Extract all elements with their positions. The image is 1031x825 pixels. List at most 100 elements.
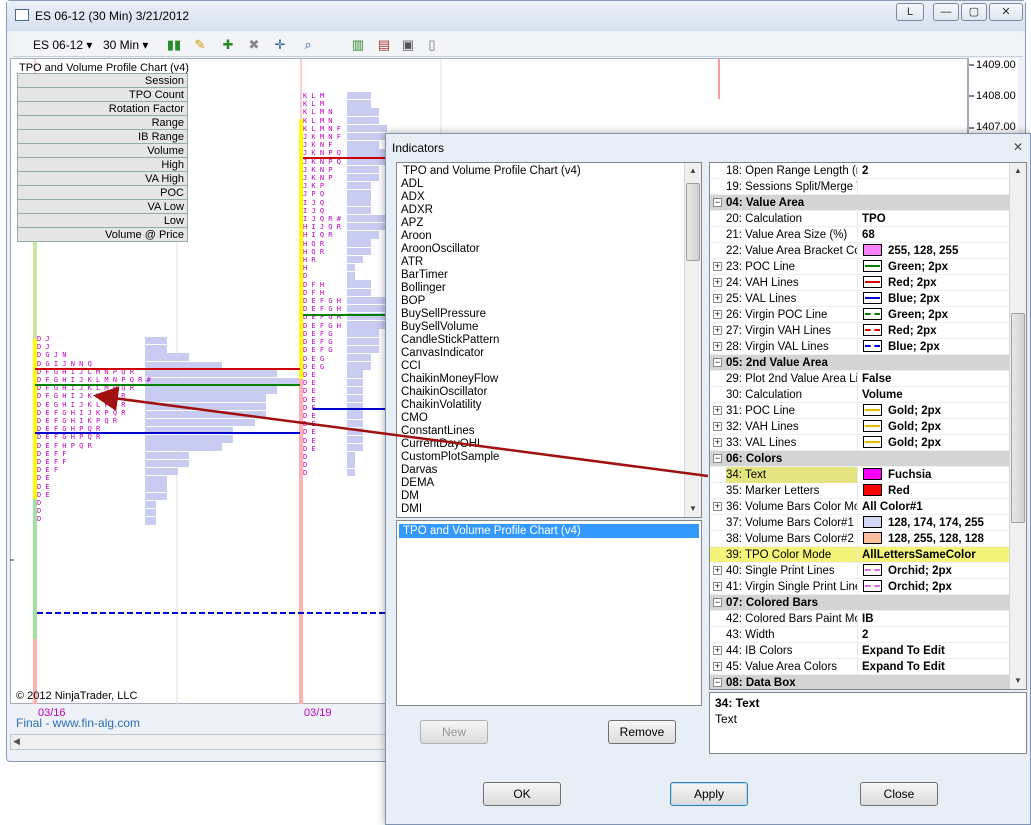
indicator-list-item[interactable]: ATR bbox=[401, 256, 423, 269]
property-row[interactable]: +25: VAL Lines Blue; 2px bbox=[710, 291, 1010, 307]
property-row[interactable]: +26: Virgin POC Line Green; 2px bbox=[710, 307, 1010, 323]
apply-button[interactable]: Apply bbox=[670, 782, 748, 806]
indicator-list-item[interactable]: Bollinger bbox=[401, 282, 446, 295]
indicator-list-item[interactable]: CandleStickPattern bbox=[401, 334, 499, 347]
indicator-list-item[interactable]: CustomPlotSample bbox=[401, 451, 499, 464]
indicator-list-item[interactable]: ChaikinOscillator bbox=[401, 386, 487, 399]
property-value[interactable]: TPO bbox=[862, 211, 1010, 227]
expand-icon[interactable]: + bbox=[713, 502, 722, 511]
property-value[interactable]: Expand To Edit bbox=[862, 659, 1010, 675]
ok-button[interactable]: OK bbox=[483, 782, 561, 806]
new-button[interactable]: New bbox=[420, 720, 488, 744]
property-row[interactable]: +45: Value Area Colors Expand To Edit bbox=[710, 659, 1010, 675]
expand-icon[interactable]: + bbox=[713, 262, 722, 271]
property-row[interactable]: 37: Volume Bars Color#1 128, 174, 174, 25… bbox=[710, 515, 1010, 531]
indicator-list-item[interactable]: DMI bbox=[401, 503, 422, 516]
applied-indicator-item[interactable]: TPO and Volume Profile Chart (v4) bbox=[399, 524, 699, 538]
collapse-icon[interactable]: − bbox=[713, 678, 722, 687]
property-value[interactable]: All Color#1 bbox=[862, 499, 1010, 515]
property-value[interactable]: Orchid; 2px bbox=[862, 579, 1010, 595]
expand-icon[interactable]: + bbox=[713, 662, 722, 671]
property-value[interactable]: Red bbox=[862, 483, 1010, 499]
property-category[interactable]: −06: Colors bbox=[710, 451, 1010, 467]
property-value[interactable]: Orchid; 2px bbox=[862, 563, 1010, 579]
collapse-icon[interactable]: − bbox=[713, 198, 722, 207]
property-value[interactable]: 255, 128, 255 bbox=[862, 243, 1010, 259]
indicator-list-item[interactable]: BOP bbox=[401, 295, 425, 308]
indicator-list-item[interactable]: CanvasIndicator bbox=[401, 347, 484, 360]
expand-icon[interactable]: + bbox=[713, 406, 722, 415]
property-grid-scrollbar[interactable]: ▲ ▼ bbox=[1009, 163, 1026, 689]
indicator-list-item[interactable]: APZ bbox=[401, 217, 423, 230]
indicator-list-item[interactable]: DEMA bbox=[401, 477, 434, 490]
collapse-icon[interactable]: − bbox=[713, 454, 722, 463]
property-value[interactable]: False bbox=[862, 371, 1010, 387]
property-value[interactable]: Gold; 2px bbox=[862, 403, 1010, 419]
close-icon[interactable]: ✕ bbox=[1010, 140, 1026, 154]
expand-icon[interactable]: + bbox=[713, 342, 722, 351]
collapse-icon[interactable]: − bbox=[713, 598, 722, 607]
expand-icon[interactable]: + bbox=[713, 582, 722, 591]
property-row[interactable]: +40: Single Print Lines Orchid; 2px bbox=[710, 563, 1010, 579]
scroll-down-icon[interactable]: ▼ bbox=[685, 501, 701, 517]
property-value[interactable]: Volume bbox=[862, 387, 1010, 403]
property-value[interactable]: 128, 255, 128, 128 bbox=[862, 531, 1010, 547]
indicator-list-item[interactable]: ADXR bbox=[401, 204, 433, 217]
property-value[interactable]: Blue; 2px bbox=[862, 339, 1010, 355]
property-row[interactable]: +31: POC Line Gold; 2px bbox=[710, 403, 1010, 419]
indicator-list-item[interactable]: CMO bbox=[401, 412, 428, 425]
property-row[interactable]: 34: Text Fuchsia bbox=[710, 467, 1010, 483]
property-value[interactable]: 2 bbox=[862, 627, 1010, 643]
property-value[interactable]: Expand To Edit bbox=[862, 643, 1010, 659]
indicator-list-scrollbar[interactable]: ▲ ▼ bbox=[684, 163, 701, 517]
property-category[interactable]: −07: Colored Bars bbox=[710, 595, 1010, 611]
expand-icon[interactable]: + bbox=[713, 438, 722, 447]
close-button[interactable]: Close bbox=[860, 782, 938, 806]
property-value[interactable]: Gold; 2px bbox=[862, 419, 1010, 435]
property-category[interactable]: −05: 2nd Value Area bbox=[710, 355, 1010, 371]
property-value[interactable]: Gold; 2px bbox=[862, 435, 1010, 451]
indicator-list-item[interactable]: CurrentDayOHL bbox=[401, 438, 483, 451]
property-value[interactable]: AllLettersSameColor bbox=[862, 547, 1010, 563]
indicator-list-item[interactable]: ADL bbox=[401, 178, 423, 191]
expand-icon[interactable]: + bbox=[713, 326, 722, 335]
property-value[interactable]: IB bbox=[862, 611, 1010, 627]
property-category[interactable]: −04: Value Area bbox=[710, 195, 1010, 211]
indicator-list-item[interactable]: AroonOscillator bbox=[401, 243, 480, 256]
indicator-list-item[interactable]: TPO and Volume Profile Chart (v4) bbox=[403, 165, 581, 178]
property-row[interactable]: +41: Virgin Single Print Line Orchid; 2px bbox=[710, 579, 1010, 595]
property-row[interactable]: +36: Volume Bars Color Mo All Color#1 bbox=[710, 499, 1010, 515]
property-row[interactable]: 43: Width 2 bbox=[710, 627, 1010, 643]
indicator-list[interactable]: TPO and Volume Profile Chart (v4) ADL ADX A… bbox=[396, 162, 702, 518]
indicator-list-item[interactable]: Darvas bbox=[401, 464, 437, 477]
property-row[interactable]: 29: Plot 2nd Value Area Lir False bbox=[710, 371, 1010, 387]
indicator-list-item[interactable]: DM bbox=[401, 490, 419, 503]
property-row[interactable]: +44: IB Colors Expand To Edit bbox=[710, 643, 1010, 659]
property-row[interactable]: +33: VAL Lines Gold; 2px bbox=[710, 435, 1010, 451]
indicator-list-item[interactable]: ChaikinVolatility bbox=[401, 399, 482, 412]
property-value[interactable]: 68 bbox=[862, 227, 1010, 243]
scroll-thumb[interactable] bbox=[686, 183, 700, 261]
property-row[interactable]: 42: Colored Bars Paint Mo IB bbox=[710, 611, 1010, 627]
expand-icon[interactable]: + bbox=[713, 310, 722, 319]
scroll-up-icon[interactable]: ▲ bbox=[685, 163, 701, 179]
property-row[interactable]: 22: Value Area Bracket Co 255, 128, 255 bbox=[710, 243, 1010, 259]
property-row[interactable]: +23: POC Line Green; 2px bbox=[710, 259, 1010, 275]
indicator-list-item[interactable]: BuySellVolume bbox=[401, 321, 478, 334]
indicator-list-item[interactable]: BarTimer bbox=[401, 269, 448, 282]
scroll-up-icon[interactable]: ▲ bbox=[1010, 163, 1026, 179]
property-value[interactable]: Red; 2px bbox=[862, 323, 1010, 339]
scroll-thumb[interactable] bbox=[1011, 313, 1025, 523]
property-row[interactable]: +27: Virgin VAH Lines Red; 2px bbox=[710, 323, 1010, 339]
property-row[interactable]: 39: TPO Color Mode AllLettersSameColor bbox=[710, 547, 1010, 563]
property-row[interactable]: 21: Value Area Size (%) 68 bbox=[710, 227, 1010, 243]
scroll-down-icon[interactable]: ▼ bbox=[1010, 673, 1026, 689]
property-value[interactable]: Fuchsia bbox=[862, 467, 1010, 483]
expand-icon[interactable]: + bbox=[713, 422, 722, 431]
indicator-list-item[interactable]: ADX bbox=[401, 191, 425, 204]
property-row[interactable]: +28: Virgin VAL Lines Blue; 2px bbox=[710, 339, 1010, 355]
indicator-list-item[interactable]: CCI bbox=[401, 360, 421, 373]
property-row[interactable]: 38: Volume Bars Color#2 128, 255, 128, 12… bbox=[710, 531, 1010, 547]
property-grid[interactable]: 18: Open Range Length (m 2 19: Sessions Sp… bbox=[709, 162, 1027, 690]
property-value[interactable]: Green; 2px bbox=[862, 259, 1010, 275]
